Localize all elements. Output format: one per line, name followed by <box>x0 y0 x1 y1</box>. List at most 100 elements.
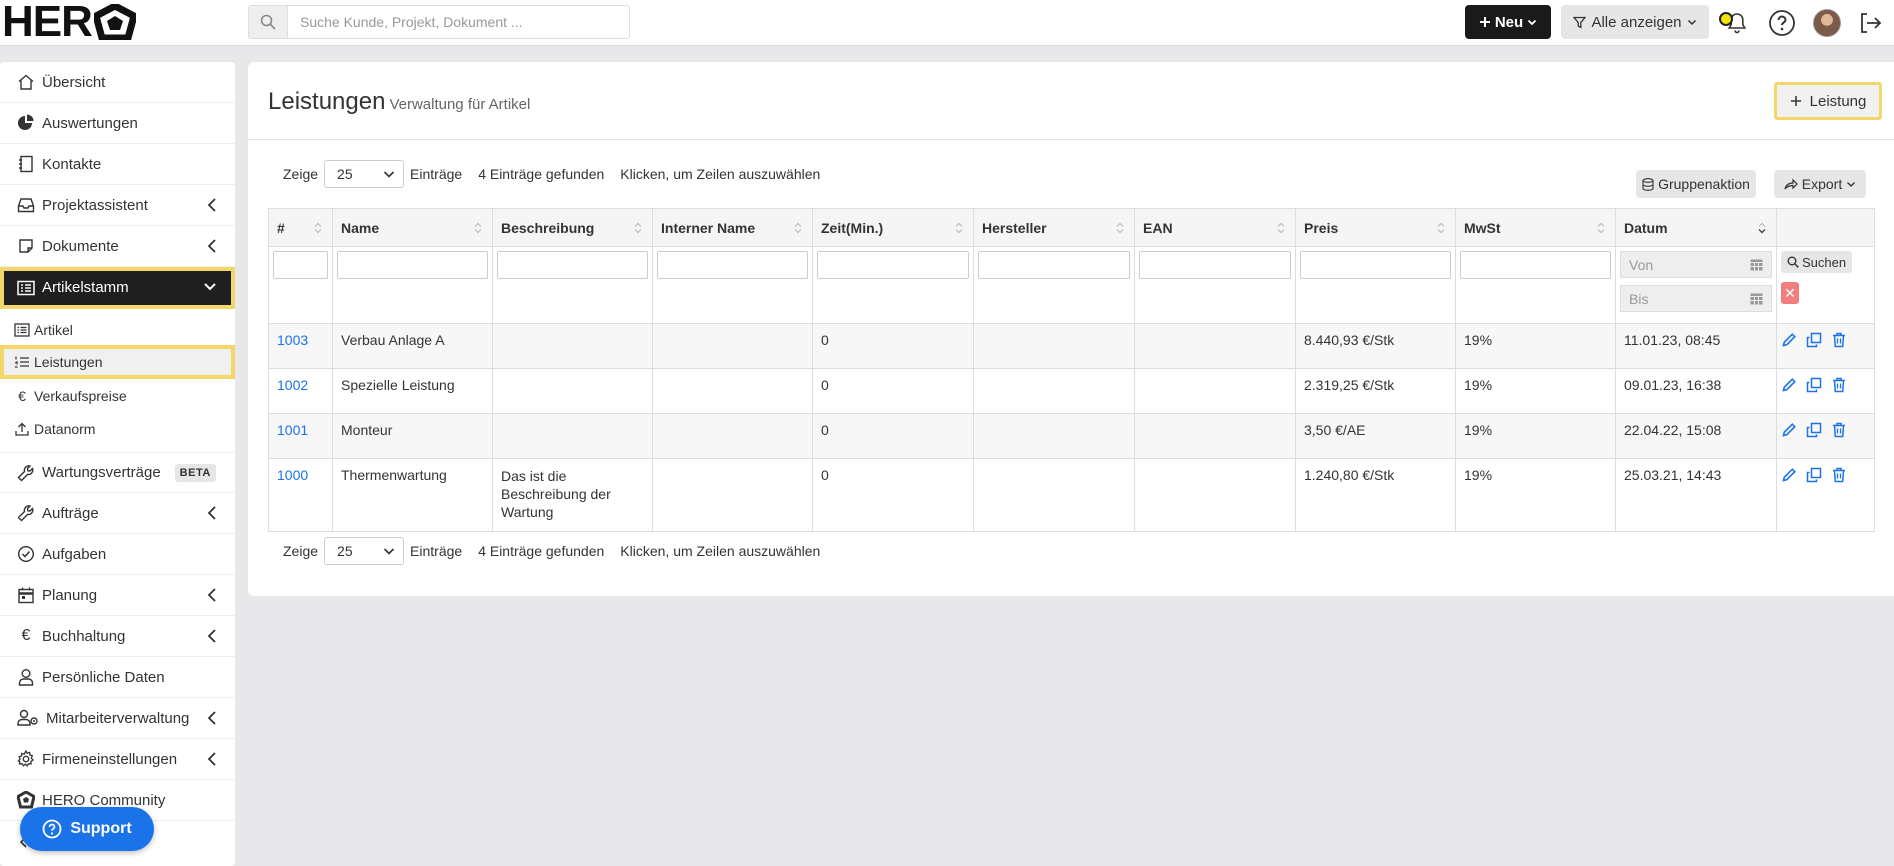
column-header-ean[interactable]: EAN <box>1134 208 1296 247</box>
trash-icon[interactable] <box>1831 422 1847 438</box>
show-all-filter-button[interactable]: Alle anzeigen <box>1561 5 1709 39</box>
table-row[interactable]: 1000 Thermenwartung Das ist die Beschrei… <box>268 458 1875 532</box>
row-vat: 19% <box>1464 332 1493 348</box>
filter-price-input[interactable] <box>1300 251 1451 279</box>
filter-search-button[interactable]: Suchen <box>1781 251 1853 273</box>
chevron-down-icon <box>204 283 216 291</box>
table-row[interactable]: 1002 Spezielle Leistung 0 2.319,25 €/Stk… <box>268 368 1875 414</box>
sidebar-item-company-settings[interactable]: Firmeneinstellungen <box>0 739 235 780</box>
table-row[interactable]: 1001 Monteur 0 3,50 €/AE 19% 22.04.22, 1… <box>268 413 1875 459</box>
table-row[interactable]: 1003 Verbau Anlage A 0 8.440,93 €/Stk 19… <box>268 323 1875 369</box>
copy-icon[interactable] <box>1806 332 1822 348</box>
row-description: Das ist die Beschreibung der Wartung <box>501 468 611 520</box>
sidebar-item-employee-management[interactable]: Mitarbeiterverwaltung <box>0 698 235 739</box>
row-date: 09.01.23, 16:38 <box>1624 377 1722 393</box>
page-title-text: Leistungen <box>268 88 386 115</box>
trash-icon[interactable] <box>1831 332 1847 348</box>
logout-icon[interactable] <box>1855 8 1885 38</box>
sidebar-item-orders[interactable]: Aufträge <box>0 493 235 534</box>
sidebar-item-maintenance-contracts[interactable]: Wartungsverträge BETA <box>0 452 235 493</box>
sidebar-item-personal-data[interactable]: Persönliche Daten <box>0 657 235 698</box>
filter-clear-button[interactable]: ✕ <box>1781 282 1799 304</box>
row-actions <box>1777 324 1874 348</box>
logo-text: HER <box>2 0 93 46</box>
column-header-label: EAN <box>1143 219 1173 236</box>
sidebar-subitem-datanorm[interactable]: Datanorm <box>0 413 235 444</box>
filter-ean-input[interactable] <box>1139 251 1291 279</box>
filter-date-to-input[interactable]: Bis <box>1620 285 1772 312</box>
row-id-link[interactable]: 1002 <box>277 377 308 393</box>
sidebar-subitem-services[interactable]: Leistungen <box>0 345 235 379</box>
filter-manufacturer-input[interactable] <box>978 251 1130 279</box>
global-search[interactable] <box>248 5 630 39</box>
edit-pencil-icon[interactable] <box>1781 377 1797 393</box>
sort-icon <box>1597 222 1605 234</box>
hero-logo[interactable]: HER <box>2 0 136 46</box>
column-header-label: Beschreibung <box>501 219 595 236</box>
page-size-select[interactable]: 25 <box>324 537 405 565</box>
filter-id-input[interactable] <box>273 251 328 279</box>
row-price: 8.440,93 €/Stk <box>1304 332 1395 348</box>
filter-name-input[interactable] <box>337 251 488 279</box>
trash-icon[interactable] <box>1831 467 1847 483</box>
sidebar-item-accounting[interactable]: € Buchhaltung <box>0 616 235 657</box>
pie-chart-icon <box>16 113 36 133</box>
column-header-manufacturer[interactable]: Hersteller <box>973 208 1135 247</box>
column-header-name[interactable]: Name <box>332 208 493 247</box>
sidebar-item-article-master[interactable]: Artikelstamm <box>0 267 235 309</box>
search-input[interactable] <box>288 6 629 38</box>
filter-time-input[interactable] <box>817 251 969 279</box>
sidebar-item-project-assistant[interactable]: Projektassistent <box>0 185 235 226</box>
trash-icon[interactable] <box>1831 377 1847 393</box>
column-header-id[interactable]: # <box>268 208 333 247</box>
edit-pencil-icon[interactable] <box>1781 422 1797 438</box>
main-panel: Leistungen Verwaltung für Artikel Leistun… <box>248 62 1894 596</box>
sidebar-item-contacts[interactable]: Kontakte <box>0 144 235 185</box>
filter-description-input[interactable] <box>497 251 648 279</box>
column-header-date[interactable]: Datum <box>1615 208 1777 247</box>
sidebar-item-reports[interactable]: Auswertungen <box>0 103 235 144</box>
sidebar-subitem-sales-prices[interactable]: € Verkaufspreise <box>0 380 235 411</box>
add-service-button[interactable]: Leistung <box>1774 82 1882 120</box>
row-time: 0 <box>821 422 829 438</box>
page-size-select[interactable]: 25 <box>324 160 405 188</box>
row-vat: 19% <box>1464 467 1493 483</box>
copy-icon[interactable] <box>1806 377 1822 393</box>
chevron-left-icon <box>207 711 216 725</box>
row-price: 3,50 €/AE <box>1304 422 1366 438</box>
sidebar-item-tasks[interactable]: Aufgaben <box>0 534 235 575</box>
sidebar-item-documents[interactable]: Dokumente <box>0 226 235 267</box>
column-header-vat[interactable]: MwSt <box>1455 208 1616 247</box>
support-button[interactable]: Support <box>20 807 154 851</box>
group-action-button[interactable]: Gruppenaktion <box>1636 170 1756 198</box>
copy-icon[interactable] <box>1806 467 1822 483</box>
new-button[interactable]: Neu <box>1465 5 1551 39</box>
row-id-link[interactable]: 1001 <box>277 422 308 438</box>
chevron-down-icon <box>1687 19 1696 26</box>
column-header-description[interactable]: Beschreibung <box>492 208 653 247</box>
page-title: Leistungen Verwaltung für Artikel <box>268 88 530 116</box>
euro-icon: € <box>21 627 31 644</box>
entries-found: 4 Einträge gefunden <box>478 543 605 559</box>
column-header-price[interactable]: Preis <box>1295 208 1456 247</box>
export-button[interactable]: Export <box>1774 170 1866 198</box>
sidebar-item-planning[interactable]: Planung <box>0 575 235 616</box>
user-avatar[interactable] <box>1813 9 1841 37</box>
row-id-link[interactable]: 1000 <box>277 467 308 483</box>
filter-date-from-input[interactable]: Von <box>1620 251 1772 278</box>
calendar-icon <box>16 585 36 605</box>
filter-vat-input[interactable] <box>1460 251 1611 279</box>
edit-pencil-icon[interactable] <box>1781 467 1797 483</box>
edit-pencil-icon[interactable] <box>1781 332 1797 348</box>
sidebar-item-label: Artikelstamm <box>42 279 129 296</box>
row-id-link[interactable]: 1003 <box>277 332 308 348</box>
sidebar-subitem-articles[interactable]: Artikel <box>0 314 235 345</box>
filter-internal-name-input[interactable] <box>657 251 808 279</box>
sidebar-item-overview[interactable]: Übersicht <box>0 62 235 103</box>
copy-icon[interactable] <box>1806 422 1822 438</box>
search-icon[interactable] <box>249 6 288 38</box>
column-header-internal-name[interactable]: Interner Name <box>652 208 813 247</box>
help-icon[interactable] <box>1767 8 1797 38</box>
column-header-time[interactable]: Zeit(Min.) <box>812 208 974 247</box>
table-controls-bottom: Zeige 25 Einträge 4 Einträge gefunden Kl… <box>248 536 1048 566</box>
